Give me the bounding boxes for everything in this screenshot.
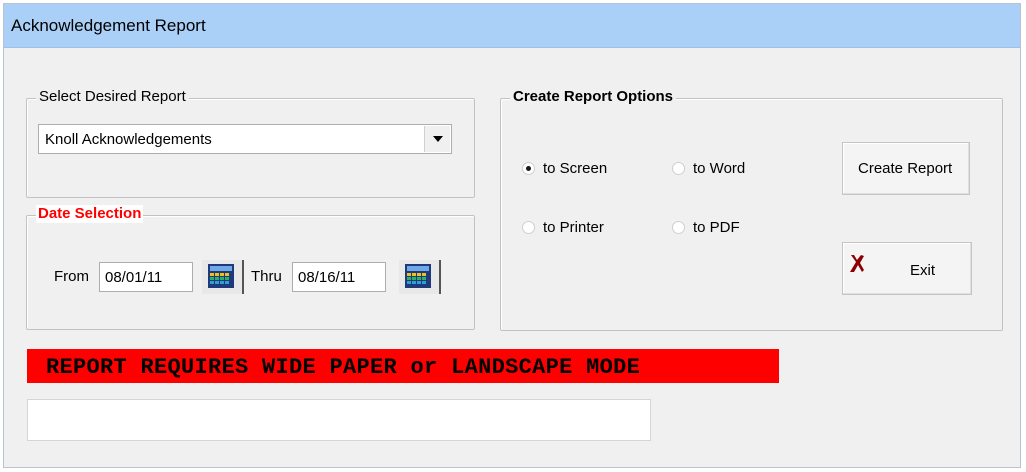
report-window: Acknowledgement Report Select Desired Re… bbox=[3, 3, 1021, 468]
from-calendar-button[interactable] bbox=[202, 260, 244, 294]
create-report-button[interactable]: Create Report bbox=[842, 142, 970, 195]
radio-button[interactable] bbox=[672, 162, 685, 175]
red-x-icon bbox=[850, 255, 864, 272]
window-title: Acknowledgement Report bbox=[11, 16, 206, 35]
warning-banner-text: REPORT REQUIRES WIDE PAPER or LANDSCAPE … bbox=[46, 355, 641, 380]
report-select-group: Select Desired Report Knoll Acknowledgem… bbox=[26, 88, 475, 198]
warning-banner: REPORT REQUIRES WIDE PAPER or LANDSCAPE … bbox=[27, 349, 779, 383]
exit-button[interactable]: Exit bbox=[842, 242, 972, 295]
thru-calendar-button[interactable] bbox=[399, 260, 441, 294]
date-selection-group: Date Selection From 08/01/11 Thru 08/16/… bbox=[26, 205, 475, 330]
radio-to-pdf-label: to PDF bbox=[693, 219, 740, 236]
chevron-down-icon bbox=[433, 136, 443, 142]
create-report-label: Create Report bbox=[858, 160, 953, 177]
report-select-value: Knoll Acknowledgements bbox=[45, 131, 212, 148]
report-options-group: Create Report Options to Screen to Word … bbox=[500, 88, 1003, 331]
thru-date-field[interactable]: 08/16/11 bbox=[292, 262, 386, 292]
radio-to-screen-label: to Screen bbox=[543, 160, 608, 177]
thru-date-value: 08/16/11 bbox=[298, 269, 356, 286]
report-select-dropdown[interactable]: Knoll Acknowledgements bbox=[38, 124, 452, 154]
dropdown-arrow-button[interactable] bbox=[424, 126, 450, 152]
title-bar: Acknowledgement Report bbox=[4, 4, 1020, 48]
date-selection-legend: Date Selection bbox=[36, 205, 144, 223]
report-select-legend: Select Desired Report bbox=[36, 88, 189, 106]
from-label: From bbox=[54, 268, 89, 285]
radio-button[interactable] bbox=[522, 221, 535, 234]
status-field bbox=[27, 399, 651, 441]
thru-label: Thru bbox=[251, 268, 282, 285]
exit-label: Exit bbox=[910, 262, 936, 279]
from-date-field[interactable]: 08/01/11 bbox=[99, 262, 193, 292]
radio-button-selected[interactable] bbox=[522, 162, 535, 175]
radio-to-printer-label: to Printer bbox=[543, 219, 604, 236]
from-date-value: 08/01/11 bbox=[105, 269, 163, 286]
calendar-icon bbox=[405, 264, 431, 288]
radio-to-word-label: to Word bbox=[693, 160, 746, 177]
report-options-legend: Create Report Options bbox=[510, 88, 677, 106]
calendar-icon bbox=[208, 264, 234, 288]
radio-button[interactable] bbox=[672, 221, 685, 234]
